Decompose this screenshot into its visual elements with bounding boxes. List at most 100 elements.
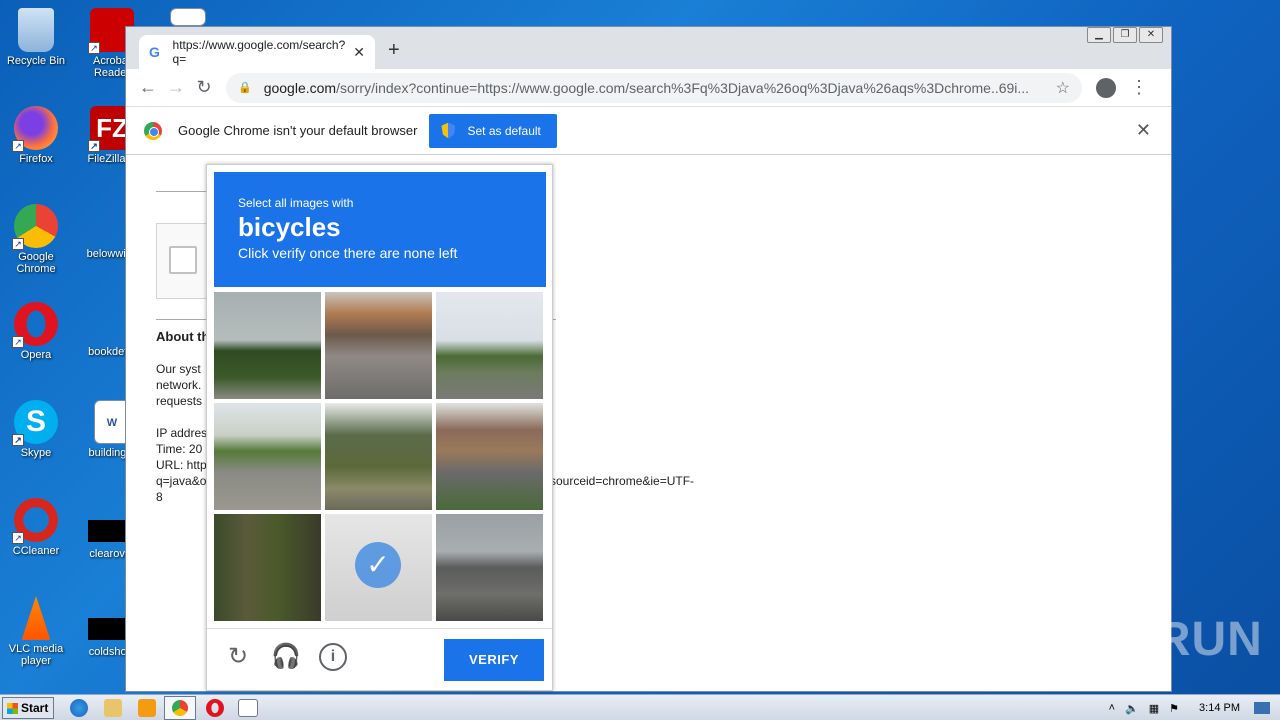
infobar-text: Google Chrome isn't your default browser [178,123,418,138]
about-heading: About th [156,329,210,344]
divider [156,319,208,320]
desktop-icon-firefox[interactable]: ↗ Firefox [0,106,72,165]
desktop-icon-chrome[interactable]: ↗ Google Chrome [0,204,72,275]
url-line: URL: http [156,458,207,472]
reload-icon[interactable]: ↻ [190,77,218,98]
new-tab-button[interactable]: + [388,39,400,62]
skype-icon: S ↗ [12,400,58,446]
opera-icon[interactable] [206,699,224,717]
kebab-menu-icon[interactable]: ⋮ [1130,77,1148,98]
desktop-icon-recycle-bin[interactable]: Recycle Bin [0,8,72,67]
anyrun-watermark: ANY RUN [1038,613,1263,666]
image-tile[interactable] [436,514,543,621]
verify-button[interactable]: VERIFY [444,639,544,681]
vlc-icon [21,596,51,640]
reload-challenge-icon[interactable]: ↻ [224,643,252,671]
uac-shield-icon [441,122,456,139]
image-tile[interactable] [436,403,543,510]
desktop-icon-label: Opera [20,349,52,361]
speaker-icon[interactable]: 🔈 [1125,702,1139,715]
taskbar: Start ˄ 🔈 ▦ ⚑ 3:14 PM [0,694,1280,720]
image-tile-selected[interactable]: ✓ [325,514,432,621]
flag-icon[interactable]: ⚑ [1169,702,1179,715]
recycle-bin-icon [18,8,54,52]
media-player-icon[interactable] [138,699,156,717]
url-tail-visible: sourceid=chrome&ie=UTF- [550,474,695,488]
image-tile[interactable] [214,514,321,621]
default-browser-infobar: Google Chrome isn't your default browser… [126,107,1171,155]
tab-title: https://www.google.com/search?q= [172,38,346,66]
tab-close-icon[interactable]: ✕ [353,44,365,61]
image-tile[interactable] [214,403,321,510]
redacted-thumbnail [88,618,128,640]
image-tile[interactable] [325,292,432,399]
firefox-icon: ↗ [12,106,58,152]
show-desktop-icon[interactable] [1254,702,1270,714]
profile-icon[interactable] [1096,77,1116,98]
network-icon[interactable]: ▦ [1149,702,1159,715]
minimize-button[interactable]: ▁ [1087,27,1111,43]
clock[interactable]: 3:14 PM [1199,702,1240,714]
desktop-icon-label: Firefox [19,153,53,165]
document-icon [170,8,206,26]
about-paragraph: Our syst network. requests [156,361,202,409]
system-tray: ˄ 🔈 ▦ ⚑ 3:14 PM [1099,695,1270,720]
desktop-icon-vlc[interactable]: VLC media player [0,596,72,667]
set-as-default-button[interactable]: Set as default [429,113,557,148]
desktop-icon-ccleaner[interactable]: ↗ CCleaner [0,498,72,557]
internet-explorer-icon[interactable] [70,699,88,717]
desktop-icon-skype[interactable]: S ↗ Skype [0,400,72,459]
chrome-icon: ↗ [12,204,58,250]
paragraph-line: network. [156,378,202,392]
url-path: /sorry/index?continue=https://www.google… [336,79,1030,96]
forward-arrow-icon[interactable]: → [162,77,190,98]
chrome-icon [172,700,188,716]
opera-icon: ↗ [12,302,58,348]
info-icon[interactable]: i [319,643,347,671]
restore-button[interactable]: ❐ [1113,27,1137,43]
lock-icon: 🔒 [238,82,252,94]
set-default-label: Set as default [467,123,541,138]
taskbar-chrome-active[interactable] [164,696,196,720]
notepad-icon[interactable] [238,699,258,717]
close-window-button[interactable]: ✕ [1139,27,1163,43]
redacted-thumbnail [88,520,128,542]
recaptcha-challenge: Select all images with bicycles Click ve… [206,164,553,691]
challenge-subtext: Click verify once there are none left [238,245,458,261]
desktop-icon-label: Google Chrome [16,251,56,275]
request-details: IP addres Time: 20 URL: http q=java&o 8 [156,425,207,505]
title-bar: G https://www.google.com/search?q= ✕ + ▁… [126,27,1171,69]
google-favicon-icon: G [149,44,160,60]
infobar-close-icon[interactable]: ✕ [1136,120,1151,141]
paragraph-line: Our syst [156,362,201,376]
url-host: google.com [263,79,337,96]
browser-tab[interactable]: G https://www.google.com/search?q= ✕ [139,35,375,69]
ccleaner-icon: ↗ [12,498,58,544]
image-tile[interactable] [436,292,543,399]
query-line: q=java&o [156,474,207,488]
image-tile[interactable] [214,292,321,399]
challenge-instruction: Select all images with [238,196,354,210]
divider [156,191,208,192]
start-button[interactable]: Start [2,697,54,719]
back-arrow-icon[interactable]: ← [134,77,162,98]
audio-challenge-headphones-icon[interactable]: 🎧 [271,643,301,671]
desktop-icon-opera[interactable]: ↗ Opera [0,302,72,361]
desktop-icon-label: CCleaner [12,545,60,557]
challenge-header: Select all images with bicycles Click ve… [214,172,546,287]
ip-address-line: IP addres [156,426,208,440]
desktop-icon-label: Recycle Bin [6,55,66,67]
bookmark-star-icon[interactable]: ☆ [1056,78,1070,98]
chrome-logo-icon [144,121,162,140]
paragraph-line: requests [156,394,203,408]
browser-toolbar: ← → ↻ 🔒 google.com/sorry/index?continue=… [126,69,1171,107]
challenge-target: bicycles [238,212,341,242]
window-controls: ▁ ❐ ✕ [1085,27,1163,43]
address-bar[interactable]: 🔒 google.com/sorry/index?continue=https:… [226,72,1082,103]
file-explorer-icon[interactable] [104,699,122,717]
show-hidden-icons-chevron-icon[interactable]: ˄ [1109,702,1115,714]
checkmark-icon: ✓ [355,542,401,588]
image-tile[interactable] [325,403,432,510]
time-line: Time: 20 [156,442,203,456]
recaptcha-checkbox[interactable] [169,246,197,274]
